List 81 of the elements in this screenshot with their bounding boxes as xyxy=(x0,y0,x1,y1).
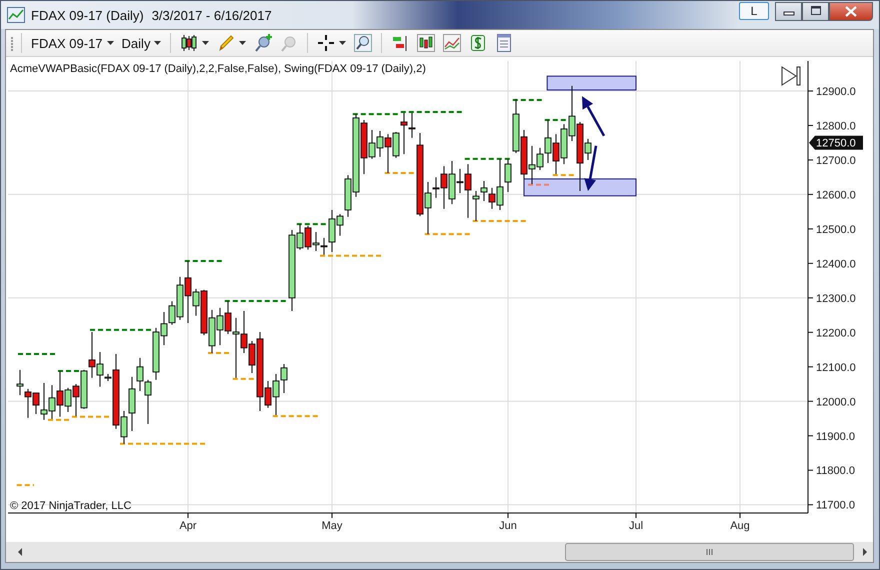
swing-low-line xyxy=(272,415,320,418)
swing-high-line xyxy=(18,353,56,356)
swing-low-line xyxy=(72,416,112,418)
swing-low-line xyxy=(232,378,256,380)
price-axis-label: 12300.0 xyxy=(816,292,856,305)
price-axis-label: 12600.0 xyxy=(816,189,856,202)
swing-high-line xyxy=(296,223,328,226)
swing-high-line xyxy=(58,370,80,372)
copyright-text: © 2017 NinjaTrader, LLC xyxy=(10,500,132,512)
window-title: FDAX 09-17 (Daily) xyxy=(31,8,144,22)
caret-icon xyxy=(106,41,114,45)
caret-icon xyxy=(339,41,346,45)
link-button[interactable]: L xyxy=(739,2,769,20)
maximize-button[interactable] xyxy=(802,2,829,20)
magnifier-icon xyxy=(354,34,372,52)
bars-icon xyxy=(391,34,410,52)
swing-high-line xyxy=(544,118,568,121)
swing-high-line xyxy=(224,300,288,302)
candlestick-frame-icon xyxy=(417,34,436,52)
pin-plus-icon xyxy=(254,34,272,52)
price-axis-label: 11900.0 xyxy=(816,430,855,443)
scrollbar-thumb[interactable] xyxy=(565,543,854,561)
caret-icon xyxy=(154,41,162,45)
pin-icon xyxy=(280,34,298,52)
close-icon xyxy=(845,6,857,16)
swing-high-line xyxy=(90,328,153,331)
interval-dropdown[interactable]: Daily xyxy=(120,32,164,54)
price-axis-label: 12700.0 xyxy=(816,154,856,167)
price-axis-label: 12200.0 xyxy=(816,327,856,340)
time-axis-label: Aug xyxy=(730,520,750,532)
time-axis-label: Apr xyxy=(179,520,197,532)
price-axis-label: 11800.0 xyxy=(816,465,855,478)
zoom-button[interactable] xyxy=(352,32,374,54)
indicator-label: AcmeVWAPBasic(FDAX 09-17 (Daily),2,2,False,False), Swing(FDAX 09-17 (Daily),2) xyxy=(10,63,426,75)
time-axis-label: Jul xyxy=(628,520,644,532)
swing-low-line xyxy=(552,174,577,176)
minimize-button[interactable] xyxy=(775,2,802,20)
caret-icon xyxy=(239,41,246,45)
scroll-left-icon[interactable] xyxy=(18,548,22,556)
scroll-right-icon[interactable] xyxy=(863,548,867,556)
instrument-dropdown[interactable]: FDAX 09-17 xyxy=(29,32,116,54)
swing-low-line xyxy=(320,254,384,257)
swing-low-line xyxy=(424,233,470,236)
price-axis-label: 12500.0 xyxy=(816,224,856,236)
panel-icon xyxy=(495,34,514,52)
swing-high-line xyxy=(184,260,222,262)
grip-icon xyxy=(10,34,14,52)
price-axis-label: 11700.0 xyxy=(816,500,855,512)
arrow xyxy=(582,96,606,136)
dollar-icon xyxy=(469,34,488,52)
swing-high-line xyxy=(464,158,512,160)
close-button[interactable] xyxy=(829,2,873,20)
price-axis-label: 12000.0 xyxy=(816,396,856,408)
price-axis-label: 12400.0 xyxy=(816,258,856,270)
date-range: 3/3/2017 - 6/16/2017 xyxy=(152,8,272,22)
arrow xyxy=(584,146,598,191)
candlestick-icon xyxy=(180,34,198,52)
crosshair-button[interactable] xyxy=(315,32,348,54)
swing-low-line xyxy=(472,220,528,222)
crosshair-icon xyxy=(317,34,336,52)
swing-low-line xyxy=(384,172,416,174)
price-axis-label: 12100.0 xyxy=(816,362,856,374)
swing-low-line xyxy=(208,352,232,354)
last-price-marker: 12750.0 xyxy=(809,136,863,150)
swing-low-line xyxy=(528,184,550,186)
bars-button[interactable] xyxy=(415,32,438,54)
time-axis-label: Jun xyxy=(499,520,517,532)
swing-low-line xyxy=(48,418,70,421)
indicators-button[interactable] xyxy=(441,32,464,54)
maximize-icon xyxy=(810,6,822,16)
skip-to-end-icon[interactable] xyxy=(782,66,800,86)
caret-icon xyxy=(202,41,210,45)
time-axis-label: May xyxy=(322,520,342,532)
price-axis-label: 12800.0 xyxy=(816,120,856,132)
horizontal-scrollbar[interactable] xyxy=(6,542,873,562)
swing-low-line xyxy=(16,484,34,486)
line-chart-icon xyxy=(443,34,462,52)
chart-app-icon xyxy=(7,7,25,23)
swing-high-line xyxy=(512,98,544,101)
pencil-icon xyxy=(217,34,236,52)
price-axis-label: 12900.0 xyxy=(816,86,856,98)
